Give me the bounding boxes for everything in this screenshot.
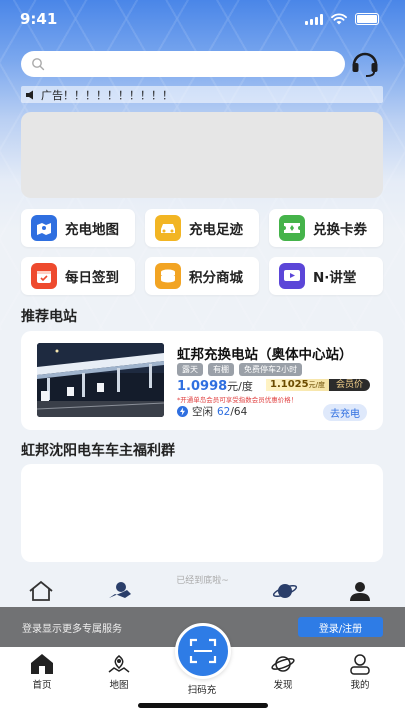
member-price-badge: 1.1025元/度 会员价	[266, 379, 370, 391]
notice-text: 广告！！！！！！！！！！	[41, 88, 173, 102]
tab-mine[interactable]: 我的	[335, 653, 385, 691]
home-indicator	[138, 703, 268, 708]
home-icon	[31, 654, 53, 674]
login-prompt-text: 登录显示更多专属服务	[22, 623, 122, 635]
tab-map[interactable]: 地图	[94, 653, 144, 691]
notice-bar[interactable]: 广告！！！！！！！！！！	[21, 86, 383, 103]
scan-charge-button[interactable]	[175, 623, 231, 679]
member-price-label: 会员价	[328, 379, 370, 391]
station-tag: 露天	[177, 363, 203, 376]
station-price: 1.0998元/度	[177, 379, 253, 394]
quick-action-n-lecture[interactable]: N·讲堂	[269, 257, 383, 295]
speaker-icon	[26, 90, 33, 99]
station-tags: 露天 有棚 免费停车2小时	[177, 363, 303, 376]
user-icon	[350, 582, 370, 601]
home-icon	[29, 580, 53, 601]
status-bar: 9:41	[0, 0, 405, 38]
calendar-icon	[31, 263, 57, 289]
tab-home[interactable]: 首页	[17, 653, 67, 691]
login-register-button[interactable]: 登录/注册	[298, 617, 383, 637]
group-title: 虹邦沈阳电车车主福利群	[21, 443, 175, 459]
go-charge-button[interactable]: 去充电	[323, 404, 367, 421]
quick-action-charging-footprint[interactable]: 充电足迹	[145, 209, 259, 247]
planet-icon	[271, 656, 295, 672]
quick-action-charging-map[interactable]: 充电地图	[21, 209, 135, 247]
quick-action-points-mall[interactable]: 积分商城	[145, 257, 259, 295]
map-icon	[31, 215, 57, 241]
map-pin-icon	[109, 582, 131, 598]
quick-action-redeem-coupon[interactable]: 兑换卡券	[269, 209, 383, 247]
video-icon	[279, 263, 305, 289]
signal-icon	[305, 13, 323, 25]
station-card[interactable]: 虹邦充换电站（奥体中心站） 露天 有棚 免费停车2小时 1.0998元/度 1.…	[21, 331, 383, 430]
group-card[interactable]	[21, 464, 383, 562]
recommend-title: 推荐电站	[21, 309, 77, 325]
banner-carousel[interactable]	[21, 112, 383, 198]
coins-icon	[155, 263, 181, 289]
user-icon	[350, 654, 370, 675]
station-photo	[37, 343, 164, 417]
battery-icon	[355, 13, 379, 25]
search-input[interactable]	[21, 51, 345, 77]
ticket-icon	[279, 215, 305, 241]
station-tag: 免费停车2小时	[239, 363, 303, 376]
wifi-icon	[331, 13, 347, 25]
station-availability: 空闲 62/64	[177, 404, 247, 419]
lightning-icon	[177, 406, 188, 417]
tab-scan-charge[interactable]: 扫码充	[177, 682, 227, 696]
status-time: 9:41	[20, 10, 58, 28]
end-of-list-text: 已经到底啦~	[176, 576, 229, 586]
car-icon	[155, 215, 181, 241]
station-tag: 有棚	[208, 363, 234, 376]
quick-actions: 充电地图 充电足迹 兑换卡券 每日签到 积分商城 N·讲堂	[21, 209, 383, 295]
station-name: 虹邦充换电站（奥体中心站）	[177, 347, 353, 363]
tab-discover[interactable]: 发现	[258, 653, 308, 691]
planet-icon	[272, 584, 298, 598]
member-hint: *开通单岛会员可享受指数会员优惠价格！	[177, 396, 298, 404]
search-icon	[32, 58, 45, 71]
map-pin-icon	[108, 655, 130, 673]
quick-action-daily-checkin[interactable]: 每日签到	[21, 257, 135, 295]
customer-service-icon[interactable]	[350, 49, 380, 79]
scan-icon	[189, 638, 217, 664]
